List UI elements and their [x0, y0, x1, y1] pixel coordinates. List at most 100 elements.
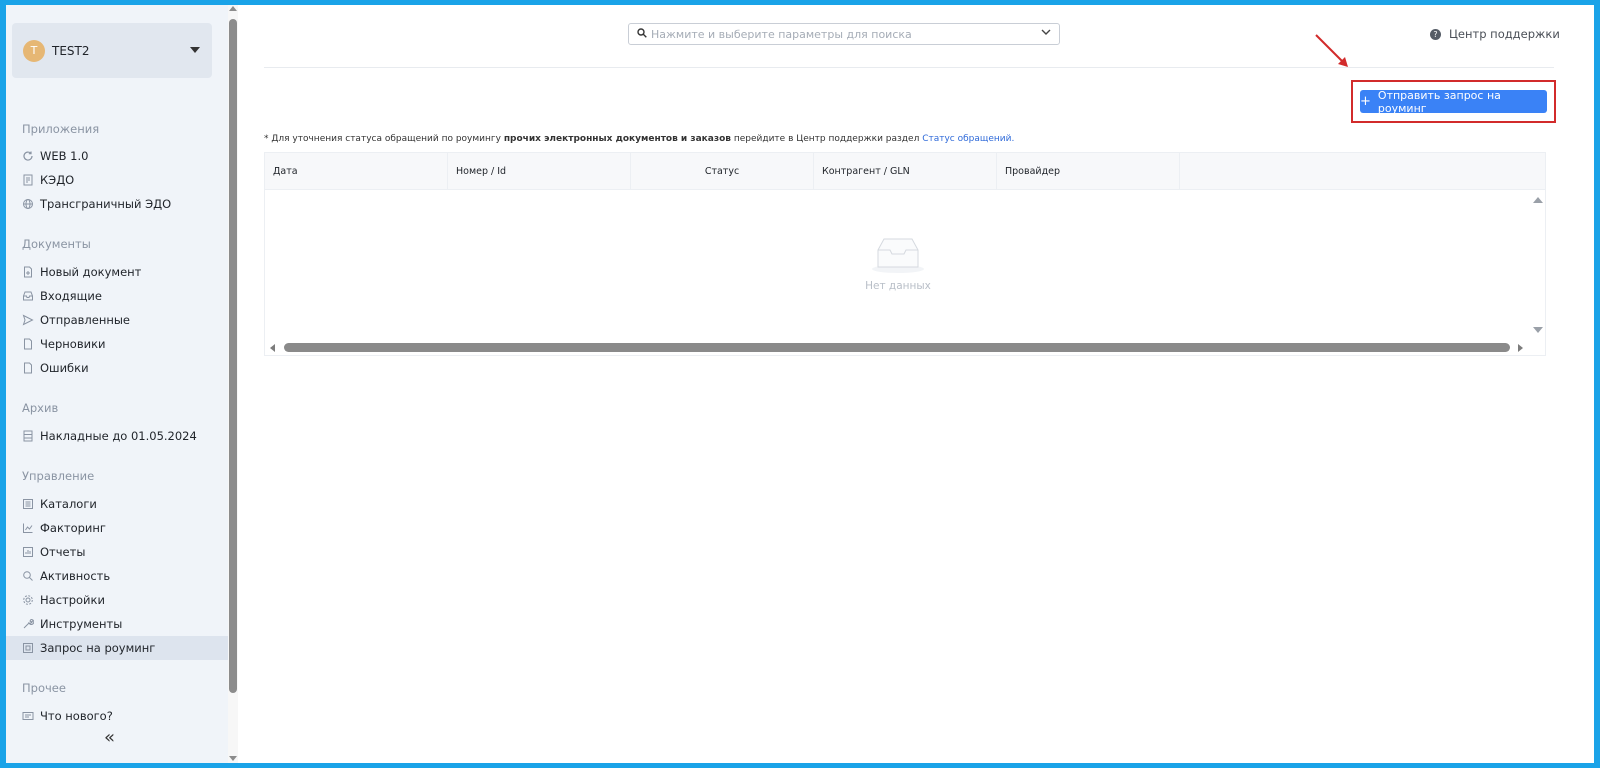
roaming-icon [22, 642, 34, 654]
sidebar-item-label: Инструменты [40, 617, 123, 631]
avatar: T [23, 39, 45, 62]
annotation-arrow-icon [1315, 34, 1348, 67]
sidebar-item-factoring[interactable]: Факторинг [6, 516, 228, 540]
horizontal-scrollbar-thumb[interactable] [284, 343, 1510, 352]
sidebar-item-label: Запрос на роуминг [40, 641, 156, 655]
scroll-left-arrow-icon[interactable] [270, 344, 275, 352]
header-divider [264, 67, 1554, 68]
column-header-number[interactable]: Номер / Id [448, 153, 631, 190]
request-status-link[interactable]: Статус обращений. [922, 134, 1014, 144]
note-middle: перейдите в Центр поддержки раздел [730, 134, 923, 144]
file-icon [22, 338, 34, 350]
sidebar-item-label: КЭДО [40, 173, 75, 187]
sidebar-item-sent[interactable]: Отправленные [6, 308, 228, 332]
table-scroll-down-icon[interactable] [1533, 327, 1543, 333]
note-bold: прочих электронных документов и заказов [503, 134, 731, 144]
send-roaming-request-button[interactable]: + Отправить запрос на роуминг [1360, 88, 1547, 115]
empty-state-text: Нет данных [865, 280, 931, 292]
sidebar-item-label: Активность [40, 569, 111, 583]
search-icon [637, 27, 647, 41]
scroll-right-arrow-icon[interactable] [1518, 344, 1523, 352]
search-icon [22, 570, 34, 582]
sidebar-item-cross-border[interactable]: Трансграничный ЭДО [6, 192, 228, 216]
section-title-other: Прочее [22, 681, 66, 695]
sidebar-item-whats-new[interactable]: Что нового? [6, 704, 228, 728]
gear-icon [22, 594, 34, 606]
sidebar-item-errors[interactable]: Ошибки [6, 356, 228, 380]
archive-icon [22, 430, 34, 442]
section-title-apps: Приложения [22, 122, 100, 136]
sidebar-item-inbox[interactable]: Входящие [6, 284, 228, 308]
note-prefix: * Для уточнения статуса обращений по роу… [264, 134, 504, 144]
section-title-archive: Архив [22, 401, 59, 415]
section-title-management: Управление [22, 469, 95, 483]
help-icon: ? [1430, 28, 1441, 40]
search-input[interactable] [651, 27, 1031, 41]
sidebar-item-reports[interactable]: Отчеты [6, 540, 228, 564]
sidebar-item-label: Настройки [40, 593, 105, 607]
table-header: Дата Номер / Id Статус Контрагент / GLN … [265, 153, 1545, 190]
sidebar-item-label: Ошибки [40, 361, 89, 375]
column-header-date[interactable]: Дата [265, 153, 448, 190]
wrench-icon [22, 618, 34, 630]
support-center-link[interactable]: ? Центр поддержки [1430, 27, 1560, 41]
empty-box-icon [872, 238, 924, 273]
account-switcher[interactable]: T TEST2 [12, 23, 212, 78]
sidebar-item-activity[interactable]: Активность [6, 564, 228, 588]
collapse-sidebar-button[interactable]: « [104, 727, 115, 748]
column-header-provider[interactable]: Провайдер [997, 153, 1180, 190]
sidebar-item-label: Трансграничный ЭДО [40, 197, 172, 211]
caret-down-icon [190, 47, 200, 53]
sidebar-item-label: Черновики [40, 337, 106, 351]
sidebar-item-web[interactable]: WEB 1.0 [6, 144, 228, 168]
table-horizontal-scrollbar[interactable] [265, 341, 1545, 355]
roaming-status-note: * Для уточнения статуса обращений по роу… [264, 134, 1014, 144]
search-box[interactable] [628, 23, 1060, 45]
plus-icon: + [1360, 94, 1371, 109]
app-window: T TEST2 Приложения WEB 1.0 КЭДО Трансгра… [6, 5, 1594, 763]
sidebar-item-new-document[interactable]: Новый документ [6, 260, 228, 284]
column-header-counterparty[interactable]: Контрагент / GLN [814, 153, 997, 190]
sidebar-item-label: Что нового? [40, 709, 113, 723]
sidebar-item-settings[interactable]: Настройки [6, 588, 228, 612]
sidebar-item-label: Каталоги [40, 497, 97, 511]
sidebar-item-label: Накладные до 01.05.2024 [40, 429, 197, 443]
globe-icon [22, 198, 34, 210]
scroll-down-arrow-icon[interactable] [229, 756, 237, 761]
sidebar-item-roaming-request[interactable]: Запрос на роуминг [6, 636, 228, 660]
sidebar-item-label: WEB 1.0 [40, 149, 89, 163]
table-scroll-up-icon[interactable] [1533, 197, 1543, 203]
empty-state: Нет данных [265, 190, 1531, 338]
sidebar-item-tools[interactable]: Инструменты [6, 612, 228, 636]
news-icon [22, 710, 34, 722]
account-name: TEST2 [52, 43, 90, 58]
roaming-requests-table: Дата Номер / Id Статус Контрагент / GLN … [264, 152, 1546, 356]
sidebar-item-label: Отправленные [40, 313, 131, 327]
section-title-documents: Документы [22, 237, 91, 251]
file-error-icon [22, 362, 34, 374]
chevron-down-icon[interactable] [1041, 27, 1051, 40]
inbox-icon [22, 290, 34, 302]
column-header-status[interactable]: Статус [631, 153, 814, 190]
column-header-empty [1180, 153, 1545, 190]
sidebar-item-label: Отчеты [40, 545, 86, 559]
send-roaming-request-label: Отправить запрос на роуминг [1377, 88, 1501, 115]
sidebar-item-catalogs[interactable]: Каталоги [6, 492, 228, 516]
document-grid-icon [22, 174, 34, 186]
support-label: Центр поддержки [1449, 27, 1560, 41]
report-icon [22, 546, 34, 558]
scroll-up-arrow-icon[interactable] [229, 6, 237, 11]
chart-icon [22, 522, 34, 534]
sidebar-scrollbar[interactable] [228, 5, 238, 763]
sidebar-item-invoices-archive[interactable]: Накладные до 01.05.2024 [6, 424, 228, 448]
catalog-icon [22, 498, 34, 510]
refresh-icon [22, 150, 34, 162]
sidebar-item-label: Новый документ [40, 265, 142, 279]
sidebar-item-label: Входящие [40, 289, 102, 303]
sidebar: T TEST2 Приложения WEB 1.0 КЭДО Трансгра… [6, 5, 228, 763]
scrollbar-thumb[interactable] [229, 19, 237, 693]
file-plus-icon [22, 266, 34, 278]
sidebar-item-kedo[interactable]: КЭДО [6, 168, 228, 192]
sidebar-item-drafts[interactable]: Черновики [6, 332, 228, 356]
send-icon [22, 314, 34, 326]
